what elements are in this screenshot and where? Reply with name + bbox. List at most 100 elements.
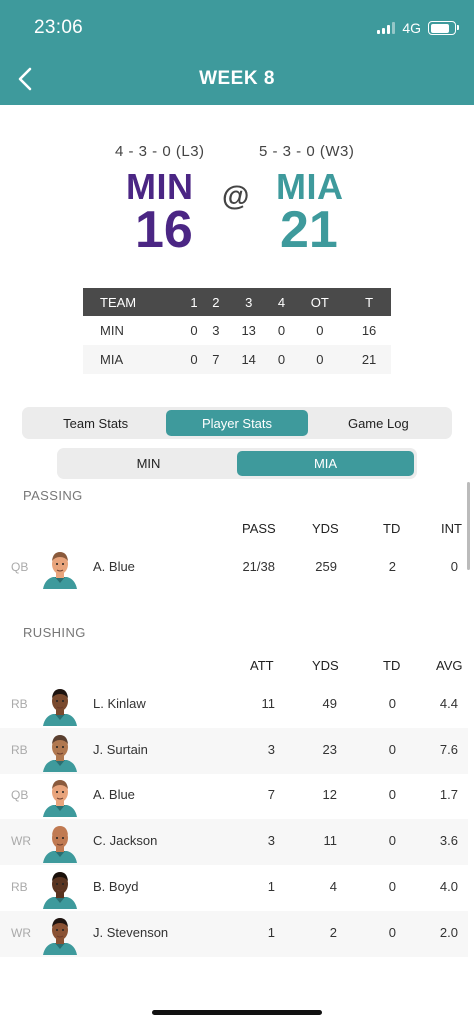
app-header: 23:06 4G WEEK 8 <box>0 0 474 105</box>
stat-value: 1 <box>267 878 275 894</box>
player-name: J. Surtain <box>93 741 148 757</box>
stat-value: 7 <box>267 787 275 803</box>
stat-value: 0 <box>388 741 396 757</box>
tab-player-stats[interactable]: Player Stats <box>166 410 308 436</box>
line-score-row: MIN 0 3 13 0 0 16 <box>83 316 391 345</box>
player-name: A. Blue <box>93 559 135 574</box>
stat-value: 4 <box>329 878 337 894</box>
cell: MIA <box>83 345 183 374</box>
player-position: QB <box>11 560 29 574</box>
cell: 14 <box>226 345 271 374</box>
stat-value: 12 <box>322 787 337 803</box>
col-header: T <box>347 288 391 316</box>
cell: 0 <box>190 323 198 338</box>
line-score-header: TEAM 1 2 3 4 OT T <box>83 288 391 316</box>
stat-value: 3 <box>267 833 275 849</box>
home-score: 21 <box>280 201 338 259</box>
cell: 3 <box>212 323 220 338</box>
col-header: 1 <box>183 288 205 316</box>
player-avatar <box>39 549 81 589</box>
player-avatar <box>39 915 81 955</box>
col-yds: YDS <box>312 658 339 673</box>
stat-value: 0 <box>388 696 396 711</box>
player-position: WR <box>11 925 31 940</box>
col-header: 2 <box>204 288 227 316</box>
stat-value: 259 <box>315 559 337 574</box>
rushing-section-label: RUSHING <box>23 625 86 640</box>
stat-value: 49 <box>322 696 337 711</box>
player-row[interactable]: RB L. Kinlaw 11 49 0 4.4 <box>0 682 468 728</box>
player-row[interactable]: QB A. Blue 7 12 0 1.7 <box>0 773 468 819</box>
cell: 0 <box>316 323 324 338</box>
col-int: INT <box>441 521 462 536</box>
cell: 13 <box>241 323 256 338</box>
status-indicators: 4G <box>377 20 459 36</box>
home-record: 5 - 3 - 0 (W3) <box>259 143 355 160</box>
stat-value: 4.0 <box>439 878 458 894</box>
cell: 0 <box>292 345 348 374</box>
player-position: RB <box>11 697 28 711</box>
toggle-mia[interactable]: MIA <box>237 451 414 476</box>
col-header: 3 <box>226 288 271 316</box>
player-position: WR <box>11 834 31 849</box>
col-header: TEAM <box>83 288 183 316</box>
signal-icon <box>377 22 396 34</box>
stat-value: 1.7 <box>439 787 458 803</box>
stat-value: 1 <box>267 924 275 940</box>
stat-value: 2 <box>329 924 337 940</box>
line-score-table: TEAM 1 2 3 4 OT T MIN 0 3 13 0 0 16 MIA … <box>83 288 391 374</box>
player-name: C. Jackson <box>93 833 158 849</box>
player-name: B. Boyd <box>93 878 139 894</box>
cell: 0 <box>277 323 286 338</box>
scrollbar[interactable] <box>467 482 470 570</box>
stat-value: 21/38 <box>242 559 275 574</box>
col-td: TD <box>383 658 401 673</box>
player-name: A. Blue <box>93 787 135 803</box>
away-score: 16 <box>135 201 193 259</box>
stat-value: 23 <box>322 741 337 757</box>
player-row[interactable]: QB A. Blue 21/38 259 2 0 <box>0 545 468 591</box>
stat-value: 0 <box>388 924 396 940</box>
col-avg: AVG <box>436 658 463 673</box>
player-avatar <box>39 869 81 909</box>
stat-value: 0 <box>388 787 396 803</box>
stat-value: 2.0 <box>439 924 458 940</box>
stat-value: 4.4 <box>439 696 458 711</box>
player-avatar <box>39 823 81 864</box>
player-position: RB <box>11 879 28 894</box>
cell: 0 <box>270 345 293 374</box>
stat-value: 2 <box>388 559 396 574</box>
network-label: 4G <box>402 20 421 36</box>
tab-game-log[interactable]: Game Log <box>308 410 449 436</box>
tab-team-stats[interactable]: Team Stats <box>25 410 166 436</box>
home-indicator[interactable] <box>152 1010 322 1015</box>
page-title: WEEK 8 <box>199 68 275 89</box>
cell: MIN <box>100 323 124 338</box>
col-att: ATT <box>250 658 274 673</box>
stat-value: 7.6 <box>439 741 458 757</box>
toggle-min[interactable]: MIN <box>60 451 237 476</box>
player-row[interactable]: RB B. Boyd 1 4 0 4.0 <box>0 865 468 911</box>
battery-icon <box>428 21 459 35</box>
team-toggle: MIN MIA <box>57 448 417 479</box>
line-score-row: MIA 0 7 14 0 0 21 <box>83 345 391 374</box>
player-row[interactable]: WR J. Stevenson 1 2 0 2.0 <box>0 910 468 957</box>
player-row[interactable]: WR C. Jackson 3 11 0 3.6 <box>0 819 468 866</box>
stat-value: 3 <box>267 741 275 757</box>
player-avatar <box>39 777 81 818</box>
stats-tab-bar: Team Stats Player Stats Game Log <box>22 407 452 439</box>
player-avatar <box>39 732 81 772</box>
at-symbol: @ <box>222 180 250 211</box>
player-position: QB <box>11 788 29 803</box>
stat-value: 0 <box>450 559 458 574</box>
player-row[interactable]: RB J. Surtain 3 23 0 7.6 <box>0 727 468 774</box>
player-name: L. Kinlaw <box>93 696 146 711</box>
player-position: RB <box>11 742 28 757</box>
cell: 0 <box>183 345 205 374</box>
player-avatar <box>39 686 81 726</box>
stat-value: 0 <box>388 878 396 894</box>
cell: 16 <box>361 323 377 338</box>
stat-value: 11 <box>261 696 276 711</box>
col-td: TD <box>383 521 401 536</box>
cell: 21 <box>347 345 391 374</box>
